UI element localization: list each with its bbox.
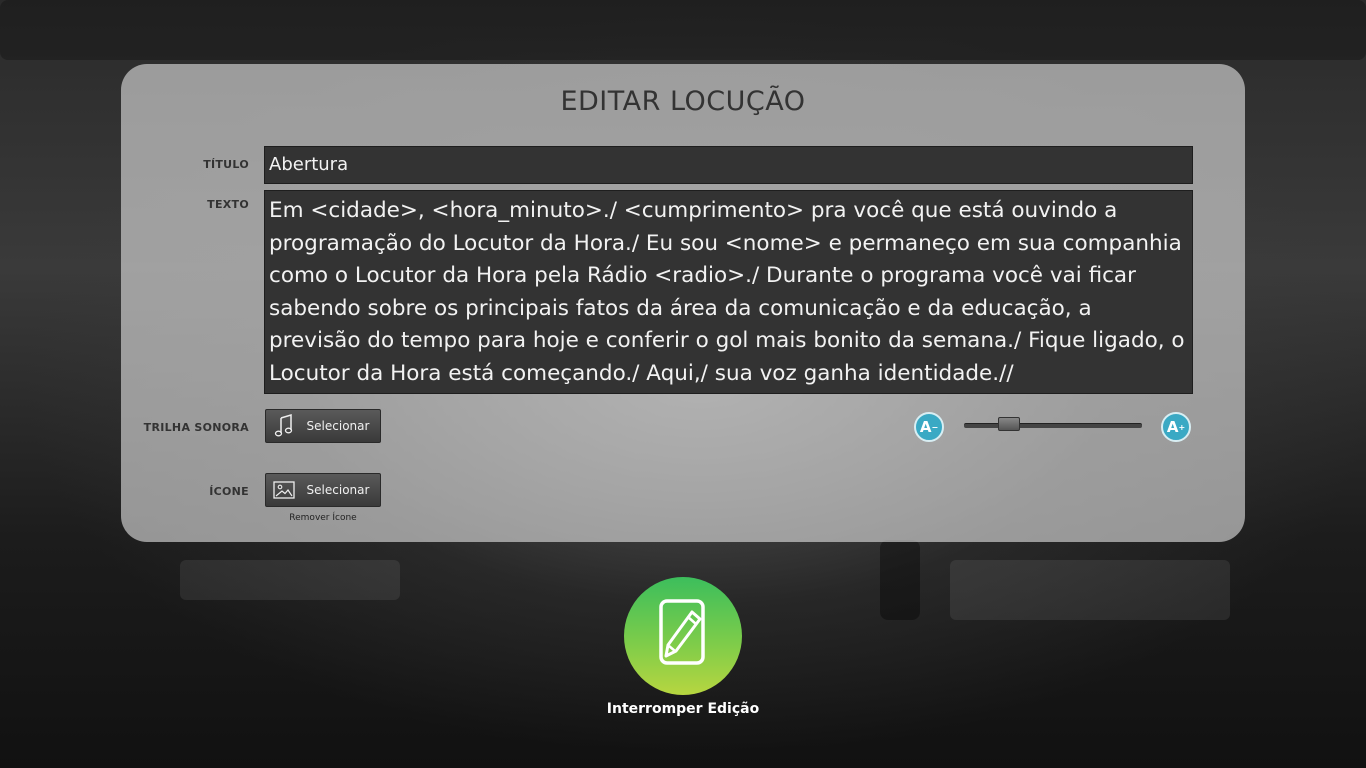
font-increase-label: A (1166, 418, 1179, 436)
background-photo-top (0, 0, 1366, 60)
select-icon-button[interactable]: Selecionar (265, 473, 381, 507)
title-label: TÍTULO (203, 158, 249, 171)
minus-icon: − (931, 422, 939, 432)
font-decrease-button[interactable]: A − (914, 412, 944, 442)
text-input[interactable]: Em <cidade>, <hora_minuto>./ <cumpriment… (264, 190, 1193, 394)
stop-edit-label: Interromper Edição (606, 701, 760, 717)
font-size-slider-thumb[interactable] (998, 417, 1021, 431)
soundtrack-label: TRILHA SONORA (143, 421, 249, 434)
background-shape (950, 560, 1230, 620)
font-decrease-label: A (919, 418, 932, 436)
remove-icon-link[interactable]: Remover Ícone (265, 513, 381, 523)
font-size-slider-track[interactable] (964, 423, 1142, 428)
stop-edit-button[interactable] (624, 577, 742, 695)
font-increase-button[interactable]: A + (1161, 412, 1191, 442)
edit-document-icon (652, 598, 714, 674)
title-input[interactable]: Abertura (264, 146, 1193, 184)
music-note-icon (266, 414, 302, 438)
background-shape (880, 540, 920, 620)
page-title: EDITAR LOCUÇÃO (560, 86, 806, 117)
select-icon-label: Selecionar (306, 483, 370, 497)
background-shape (180, 560, 400, 600)
icon-label: ÍCONE (209, 485, 249, 498)
select-soundtrack-label: Selecionar (306, 419, 370, 433)
image-icon (266, 481, 302, 499)
text-label: TEXTO (207, 198, 249, 211)
select-soundtrack-button[interactable]: Selecionar (265, 409, 381, 443)
plus-icon: + (1178, 422, 1186, 432)
